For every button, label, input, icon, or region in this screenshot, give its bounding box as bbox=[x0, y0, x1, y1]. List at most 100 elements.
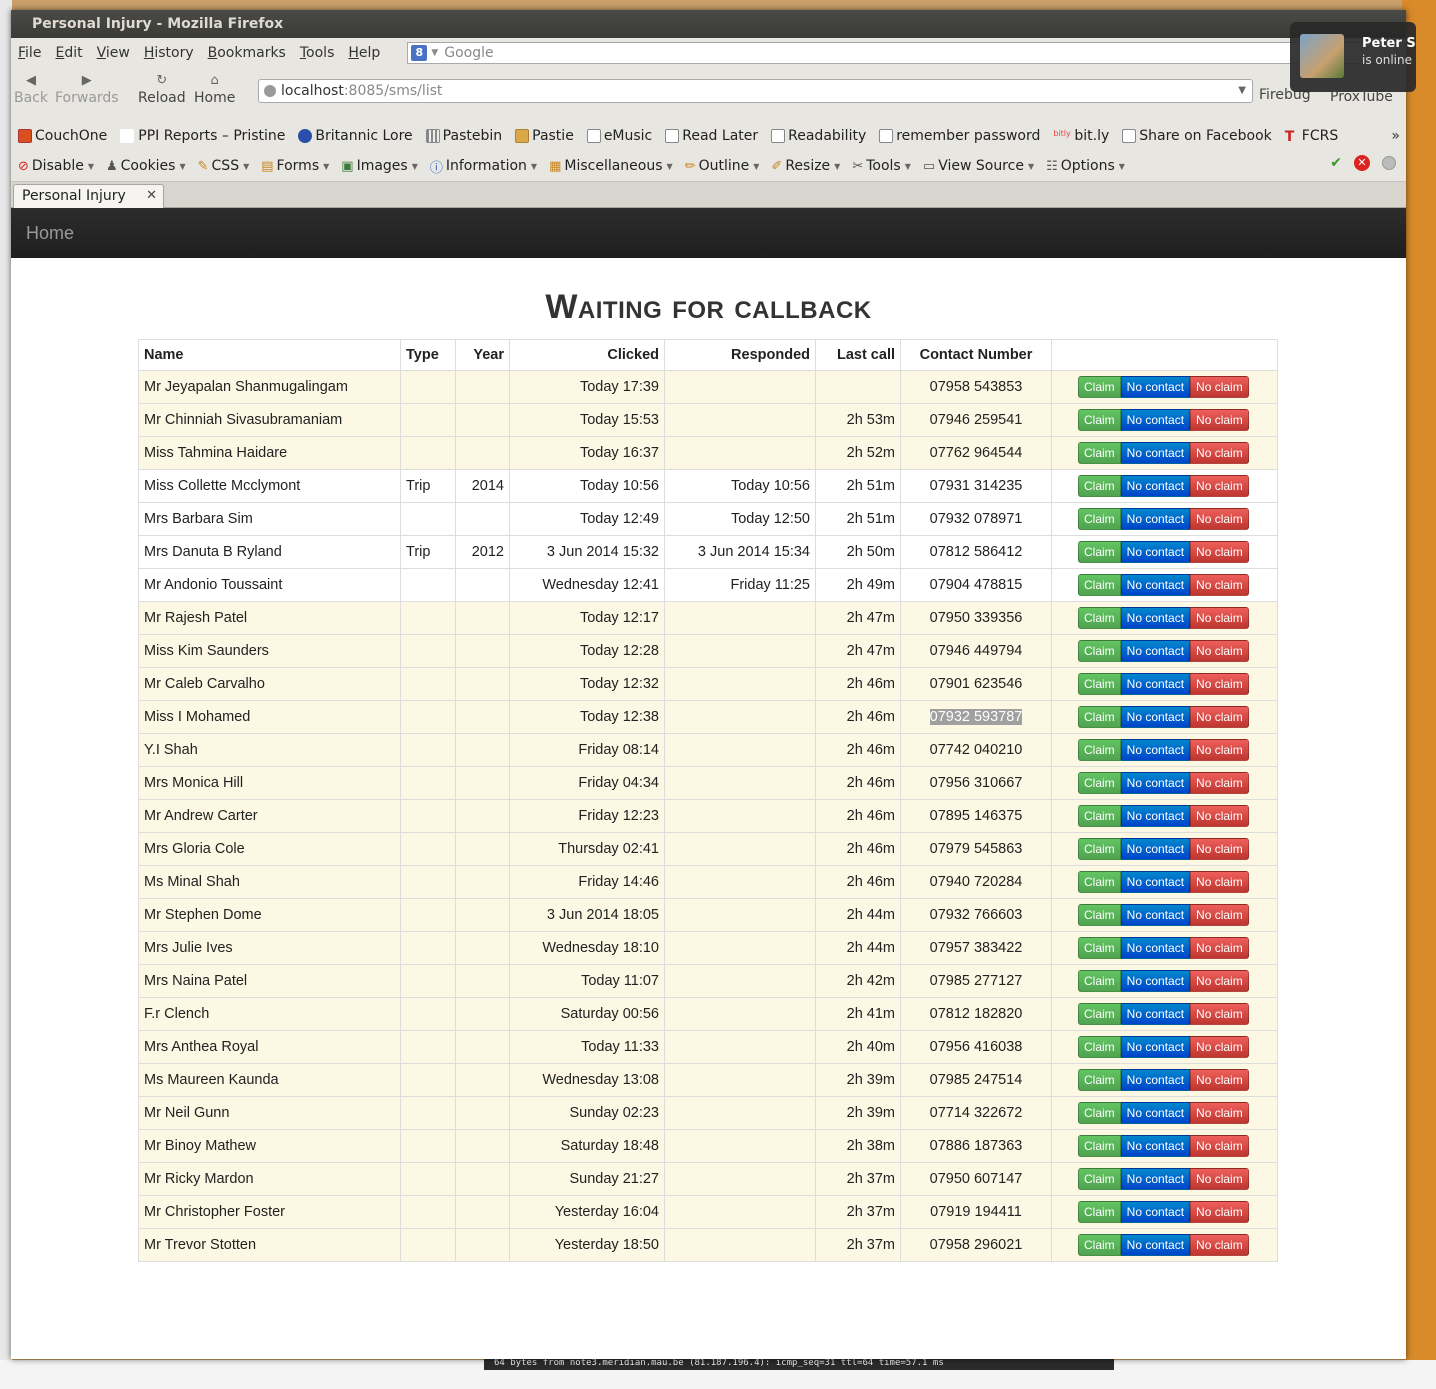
no-contact-button[interactable]: No contact bbox=[1120, 607, 1191, 629]
no-claim-button[interactable]: No claim bbox=[1190, 1234, 1249, 1256]
no-claim-button[interactable]: No claim bbox=[1190, 871, 1249, 893]
no-contact-button[interactable]: No contact bbox=[1120, 1036, 1191, 1058]
no-contact-button[interactable]: No contact bbox=[1120, 574, 1191, 596]
claim-button[interactable]: Claim bbox=[1078, 1069, 1121, 1091]
claim-button[interactable]: Claim bbox=[1078, 508, 1121, 530]
bookmark-ppi-reports-pristine[interactable]: PPI Reports – Pristine bbox=[120, 128, 285, 144]
devtool-disable-menu[interactable]: ⊘ Disable ▼ bbox=[18, 158, 94, 174]
search-engine-dropdown-icon[interactable]: ▼ bbox=[431, 48, 438, 58]
no-claim-button[interactable]: No claim bbox=[1190, 937, 1249, 959]
no-contact-button[interactable]: No contact bbox=[1120, 805, 1191, 827]
claim-button[interactable]: Claim bbox=[1078, 442, 1121, 464]
no-contact-button[interactable]: No contact bbox=[1120, 1003, 1191, 1025]
devtool-css-menu[interactable]: ✎ CSS ▼ bbox=[198, 158, 250, 174]
devtool-information-menu[interactable]: ⓘ Information ▼ bbox=[430, 157, 537, 176]
no-contact-button[interactable]: No contact bbox=[1120, 904, 1191, 926]
claim-button[interactable]: Claim bbox=[1078, 904, 1121, 926]
claim-button[interactable]: Claim bbox=[1078, 871, 1121, 893]
home-button[interactable]: ⌂ Home bbox=[194, 72, 235, 106]
no-claim-button[interactable]: No claim bbox=[1190, 805, 1249, 827]
tab-personal-injury[interactable]: Personal Injury ✕ bbox=[13, 184, 164, 208]
no-contact-button[interactable]: No contact bbox=[1120, 706, 1191, 728]
claim-button[interactable]: Claim bbox=[1078, 673, 1121, 695]
claim-button[interactable]: Claim bbox=[1078, 574, 1121, 596]
url-bar[interactable]: localhost:8085/sms/list ▼ bbox=[258, 79, 1253, 103]
no-claim-button[interactable]: No claim bbox=[1190, 904, 1249, 926]
bookmark-bit-ly[interactable]: bitly bit.ly bbox=[1053, 128, 1109, 144]
claim-button[interactable]: Claim bbox=[1078, 376, 1121, 398]
devtool-forms-menu[interactable]: ▤ Forms ▼ bbox=[261, 158, 329, 174]
no-claim-button[interactable]: No claim bbox=[1190, 409, 1249, 431]
site-identity-icon[interactable] bbox=[264, 85, 276, 97]
no-claim-button[interactable]: No claim bbox=[1190, 772, 1249, 794]
status-grey-icon[interactable] bbox=[1382, 156, 1396, 170]
no-contact-button[interactable]: No contact bbox=[1120, 475, 1191, 497]
bookmark-pastie[interactable]: Pastie bbox=[515, 128, 574, 144]
no-claim-button[interactable]: No claim bbox=[1190, 1201, 1249, 1223]
claim-button[interactable]: Claim bbox=[1078, 1102, 1121, 1124]
devtool-miscellaneous-menu[interactable]: ▦ Miscellaneous ▼ bbox=[549, 158, 673, 174]
devtool-resize-menu[interactable]: ✐ Resize ▼ bbox=[771, 158, 840, 174]
bookmark-read-later[interactable]: Read Later bbox=[665, 128, 758, 144]
no-claim-button[interactable]: No claim bbox=[1190, 508, 1249, 530]
no-claim-button[interactable]: No claim bbox=[1190, 376, 1249, 398]
no-claim-button[interactable]: No claim bbox=[1190, 640, 1249, 662]
bookmark-pastebin[interactable]: Pastebin bbox=[425, 128, 502, 144]
no-contact-button[interactable]: No contact bbox=[1120, 1201, 1191, 1223]
claim-button[interactable]: Claim bbox=[1078, 1003, 1121, 1025]
no-contact-button[interactable]: No contact bbox=[1120, 970, 1191, 992]
bookmark-emusic[interactable]: eMusic bbox=[586, 128, 652, 144]
menu-file[interactable]: File bbox=[18, 45, 41, 61]
claim-button[interactable]: Claim bbox=[1078, 409, 1121, 431]
claim-button[interactable]: Claim bbox=[1078, 1168, 1121, 1190]
proxtube-button[interactable]: ProxTube bbox=[1330, 89, 1393, 105]
bookmark-fcrs[interactable]: T FCRS bbox=[1285, 128, 1338, 145]
reload-button[interactable]: ↻ Reload bbox=[138, 72, 186, 106]
claim-button[interactable]: Claim bbox=[1078, 1135, 1121, 1157]
no-claim-button[interactable]: No claim bbox=[1190, 475, 1249, 497]
devtool-images-menu[interactable]: ▣ Images ▼ bbox=[341, 158, 418, 174]
claim-button[interactable]: Claim bbox=[1078, 1201, 1121, 1223]
no-contact-button[interactable]: No contact bbox=[1120, 937, 1191, 959]
no-claim-button[interactable]: No claim bbox=[1190, 838, 1249, 860]
no-contact-button[interactable]: No contact bbox=[1120, 1168, 1191, 1190]
search-engine-icon[interactable]: 8 bbox=[411, 45, 428, 61]
chat-notification[interactable]: Peter S is online bbox=[1290, 22, 1416, 92]
no-claim-button[interactable]: No claim bbox=[1190, 673, 1249, 695]
bookmarks-overflow-icon[interactable]: » bbox=[1391, 128, 1400, 144]
no-claim-button[interactable]: No claim bbox=[1190, 970, 1249, 992]
no-claim-button[interactable]: No claim bbox=[1190, 607, 1249, 629]
no-claim-button[interactable]: No claim bbox=[1190, 541, 1249, 563]
bookmark-britannic-lore[interactable]: Britannic Lore bbox=[298, 128, 413, 144]
no-contact-button[interactable]: No contact bbox=[1120, 871, 1191, 893]
menu-history[interactable]: History bbox=[144, 45, 194, 61]
no-claim-button[interactable]: No claim bbox=[1190, 1102, 1249, 1124]
back-button[interactable]: ◀ Back bbox=[14, 72, 48, 106]
no-claim-button[interactable]: No claim bbox=[1190, 706, 1249, 728]
claim-button[interactable]: Claim bbox=[1078, 475, 1121, 497]
no-contact-button[interactable]: No contact bbox=[1120, 1135, 1191, 1157]
no-contact-button[interactable]: No contact bbox=[1120, 376, 1191, 398]
bookmark-remember-password[interactable]: remember password bbox=[879, 128, 1040, 144]
claim-button[interactable]: Claim bbox=[1078, 739, 1121, 761]
claim-button[interactable]: Claim bbox=[1078, 1036, 1121, 1058]
forward-button[interactable]: ▶ Forwards bbox=[55, 72, 119, 106]
claim-button[interactable]: Claim bbox=[1078, 838, 1121, 860]
no-claim-button[interactable]: No claim bbox=[1190, 442, 1249, 464]
no-contact-button[interactable]: No contact bbox=[1120, 1069, 1191, 1091]
devtool-view-source-menu[interactable]: ▭ View Source ▼ bbox=[923, 158, 1034, 174]
no-contact-button[interactable]: No contact bbox=[1120, 541, 1191, 563]
no-contact-button[interactable]: No contact bbox=[1120, 673, 1191, 695]
no-claim-button[interactable]: No claim bbox=[1190, 739, 1249, 761]
bookmark-readability[interactable]: Readability bbox=[771, 128, 866, 144]
menu-help[interactable]: Help bbox=[348, 45, 380, 61]
claim-button[interactable]: Claim bbox=[1078, 1234, 1121, 1256]
no-contact-button[interactable]: No contact bbox=[1120, 442, 1191, 464]
no-claim-button[interactable]: No claim bbox=[1190, 574, 1249, 596]
claim-button[interactable]: Claim bbox=[1078, 706, 1121, 728]
error-icon[interactable]: ✕ bbox=[1354, 155, 1370, 171]
menu-edit[interactable]: Edit bbox=[55, 45, 82, 61]
valid-check-icon[interactable]: ✔ bbox=[1330, 155, 1342, 171]
no-claim-button[interactable]: No claim bbox=[1190, 1036, 1249, 1058]
claim-button[interactable]: Claim bbox=[1078, 607, 1121, 629]
